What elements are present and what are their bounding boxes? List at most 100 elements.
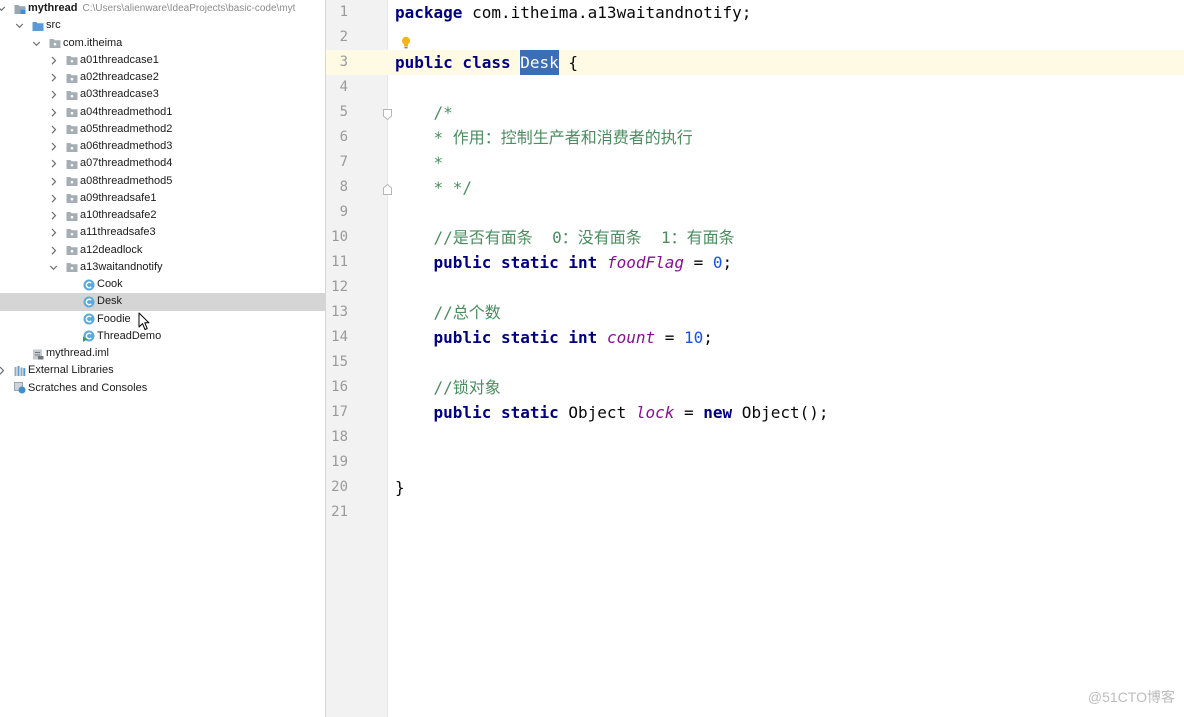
chevron-right-icon[interactable] xyxy=(49,104,58,121)
tree-item-label: ThreadDemo xyxy=(97,329,162,342)
tree-item-label: Desk xyxy=(97,295,123,308)
code-line[interactable]: //锁对象 xyxy=(395,375,501,400)
chevron-down-icon[interactable] xyxy=(0,0,6,17)
selected-text: Desk xyxy=(520,50,559,75)
chevron-right-icon[interactable] xyxy=(49,69,58,86)
line-number: 12 xyxy=(331,279,348,295)
tree-item-a13waitandnotify[interactable]: a13waitandnotify xyxy=(0,259,325,276)
line-number: 20 xyxy=(331,479,348,495)
keyword-token: package xyxy=(395,3,463,22)
code-line[interactable]: } xyxy=(395,475,405,500)
code-line[interactable]: public class Desk { xyxy=(395,50,578,75)
chevron-right-icon[interactable] xyxy=(49,52,58,69)
tree-item-a10threadsafe2[interactable]: a10threadsafe2 xyxy=(0,207,325,224)
tree-item-a08threadmethod5[interactable]: a08threadmethod5 xyxy=(0,173,325,190)
tree-item-com-itheima[interactable]: com.itheima xyxy=(0,35,325,52)
code-line[interactable]: /* xyxy=(395,100,453,125)
chevron-right-icon[interactable] xyxy=(49,173,58,190)
code-line[interactable]: //是否有面条 0：没有面条 1：有面条 xyxy=(395,225,735,250)
tree-item-a06threadmethod3[interactable]: a06threadmethod3 xyxy=(0,138,325,155)
line-number: 14 xyxy=(331,329,348,345)
line-number: 1 xyxy=(339,4,348,20)
tree-item-label: a02threadcase2 xyxy=(80,71,159,83)
tree-item-label: Cook xyxy=(97,278,123,290)
tree-item-a04threadmethod1[interactable]: a04threadmethod1 xyxy=(0,104,325,121)
tree-item-external-libraries[interactable]: External Libraries xyxy=(0,362,325,379)
code-editor[interactable]: 1 2 3 4 5 6 7 8 9 10 11 12 13 14 15 16 17 18 19 20 21 package… xyxy=(326,0,1184,717)
tree-item-foodie[interactable]: Foodie xyxy=(0,311,325,328)
tree-item-desk[interactable]: Desk xyxy=(0,293,325,311)
code-text: ; xyxy=(722,253,733,272)
tree-item-label: src xyxy=(46,19,61,32)
keyword-token: public static int xyxy=(433,253,598,272)
chevron-right-icon[interactable] xyxy=(49,207,58,224)
chevron-down-icon[interactable] xyxy=(15,17,24,34)
keyword-token: new xyxy=(703,403,733,422)
tree-item-a01threadcase1[interactable]: a01threadcase1 xyxy=(0,52,325,69)
tree-item-label: a08threadmethod5 xyxy=(80,174,173,187)
chevron-right-icon[interactable] xyxy=(49,138,58,155)
tree-item-label: Foodie xyxy=(97,312,131,325)
tree-item-src[interactable]: src xyxy=(0,17,325,34)
code-text: com.itheima.a13waitandnotify; xyxy=(462,3,752,22)
tree-item-label: a12deadlock xyxy=(80,243,143,256)
code-text: ; xyxy=(703,328,713,347)
line-number: 10 xyxy=(331,229,348,245)
chevron-right-icon[interactable] xyxy=(49,86,58,103)
tree-item-mythread[interactable]: mythread C:\Users\alienware\IdeaProjects\… xyxy=(0,0,325,17)
runnable-class-icon xyxy=(83,330,95,343)
tree-item-a07threadmethod4[interactable]: a07threadmethod4 xyxy=(0,155,325,172)
code-text: Object(); xyxy=(732,403,829,422)
fold-marker-icon[interactable] xyxy=(383,107,392,121)
code-text: { xyxy=(558,53,579,72)
chevron-right-icon[interactable] xyxy=(49,224,58,241)
chevron-right-icon[interactable] xyxy=(49,190,58,207)
package-icon xyxy=(66,227,78,239)
tree-item-a03threadcase3[interactable]: a03threadcase3 xyxy=(0,86,325,103)
tree-item-scratches-and-consoles[interactable]: Scratches and Consoles xyxy=(0,380,325,397)
chevron-right-icon[interactable] xyxy=(49,121,58,138)
code-line[interactable]: * xyxy=(395,150,444,175)
tree-item-label: mythread.iml xyxy=(46,347,109,359)
code-text: Object xyxy=(558,403,636,422)
chevron-down-icon[interactable] xyxy=(49,259,58,276)
fold-marker-icon[interactable] xyxy=(383,182,392,195)
code-line[interactable]: public static int foodFlag = 0; xyxy=(395,250,733,275)
code-line[interactable]: * */ xyxy=(395,175,473,200)
tree-item-mythread-iml[interactable]: mythread.iml xyxy=(0,345,325,362)
tree-item-cook[interactable]: Cook xyxy=(0,276,325,293)
line-number: 13 xyxy=(331,304,348,320)
package-icon xyxy=(66,89,78,101)
chevron-down-icon[interactable] xyxy=(32,35,41,52)
line-number: 5 xyxy=(339,104,348,120)
code-line[interactable]: //总个数 xyxy=(395,300,501,325)
package-icon xyxy=(66,72,78,84)
package-icon xyxy=(66,175,78,187)
code-line[interactable]: public static int count = 10; xyxy=(395,325,713,350)
module-folder-icon xyxy=(14,3,26,15)
tree-item-a11threadsafe3[interactable]: a11threadsafe3 xyxy=(0,224,325,241)
chevron-right-icon[interactable] xyxy=(49,155,58,172)
comment-text: //锁对象 xyxy=(395,378,501,397)
comment-text: * */ xyxy=(395,178,473,197)
keyword-token: public class xyxy=(395,53,511,72)
tree-item-threaddemo[interactable]: ThreadDemo xyxy=(0,328,325,345)
tree-item-label: Scratches and Consoles xyxy=(28,381,148,394)
class-icon xyxy=(83,296,95,308)
tree-item-a09threadsafe1[interactable]: a09threadsafe1 xyxy=(0,190,325,207)
code-line[interactable]: * 作用：控制生产者和消费者的执行 xyxy=(395,125,693,150)
chevron-right-icon[interactable] xyxy=(49,242,58,259)
tree-item-a02threadcase2[interactable]: a02threadcase2 xyxy=(0,69,325,86)
package-icon xyxy=(66,54,78,66)
comment-text: /* xyxy=(395,103,453,122)
code-line[interactable]: package com.itheima.a13waitandnotify; xyxy=(395,0,751,25)
code-line[interactable]: public static Object lock = new Object()… xyxy=(395,400,829,425)
tree-item-a12deadlock[interactable]: a12deadlock xyxy=(0,242,325,259)
lightbulb-icon[interactable] xyxy=(401,36,411,49)
tree-item-a05threadmethod2[interactable]: a05threadmethod2 xyxy=(0,121,325,138)
package-icon xyxy=(66,261,78,273)
code-text: } xyxy=(395,478,405,497)
line-number: 3 xyxy=(339,54,348,70)
chevron-right-icon[interactable] xyxy=(0,362,6,379)
